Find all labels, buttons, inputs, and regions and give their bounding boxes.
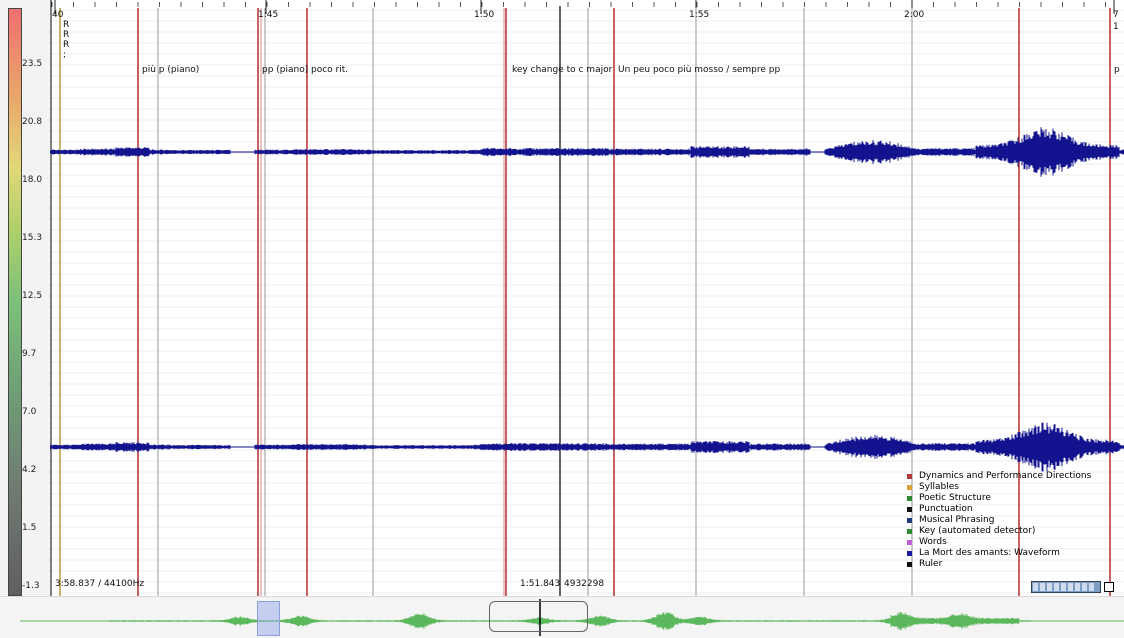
duration-readout: 3:58.837 / 44100Hz [55,579,145,589]
legend-item: Dynamics and Performance Directions [907,471,1091,482]
layer-legend: Dynamics and Performance Directions Syll… [907,471,1091,570]
punctuation-marks: R R R ; [63,20,70,60]
cursor-frame-readout: 4932298 [564,579,605,589]
legend-item: Musical Phrasing [907,515,1091,526]
scale-label: 23.5 [22,59,43,69]
legend-swatch [907,529,912,534]
overview-strip[interactable] [0,596,1124,638]
dynamics-label[interactable]: pp (piano) [262,65,308,75]
ruler-tick-label: 7 [1113,10,1119,20]
legend-swatch [907,485,912,490]
scale-label: 7.0 [22,407,37,417]
ruler-tick-label: 1:55 [689,10,710,20]
zoom-slider[interactable] [1031,581,1101,604]
dynamics-label[interactable]: p [1114,65,1120,75]
legend-swatch [907,562,912,567]
color-scale-bar [8,8,22,596]
waveform-channel-right [50,422,1124,472]
scale-label: 15.3 [22,233,43,243]
legend-item: Syllables [907,482,1091,493]
dynamics-label[interactable]: più p (piano) [142,65,199,75]
legend-swatch [907,551,912,556]
zoom-toggle-button[interactable] [1104,582,1114,592]
legend-item: Key (automated detector) [907,526,1091,537]
legend-item: La Mort des amants: Waveform [907,548,1091,559]
scale-label: 1.5 [22,523,37,533]
legend-swatch [907,474,912,479]
legend-swatch [907,507,912,512]
key-label[interactable]: key change to c major [512,65,612,75]
scale-label: 12.5 [22,291,43,301]
overview-viewport-handle[interactable] [489,601,588,632]
ruler-tick-label: 1:45 [258,10,279,20]
legend-item: Words [907,537,1091,548]
scale-label: 9.7 [22,349,37,359]
scale-label: 4.2 [22,465,37,475]
overview-selection[interactable] [257,601,280,636]
ruler-edge-sub-label: 1 [1113,22,1119,32]
legend-item: Punctuation [907,504,1091,515]
color-scale-panel: 23.5 20.8 18.0 15.3 12.5 9.7 7.0 4.2 1.5… [0,0,50,596]
legend-item: Poetic Structure [907,493,1091,504]
scale-label: 20.8 [22,117,43,127]
legend-swatch [907,518,912,523]
dynamics-label[interactable]: poco rit. [311,65,348,75]
legend-item: Ruler [907,559,1091,570]
legend-swatch [907,540,912,545]
ruler-tick-label: 2:00 [904,10,925,20]
ruler-tick-label: 1:50 [474,10,495,20]
legend-swatch [907,496,912,501]
scale-label: 18.0 [22,175,43,185]
cursor-time-readout: 1:51.843 [520,579,561,589]
scale-label: -1.3 [22,581,40,591]
ruler-tick-label: 40 [52,10,64,20]
dynamics-label[interactable]: Un peu poco più mosso / sempre pp [618,65,780,75]
waveform-channel-left [50,127,1124,177]
